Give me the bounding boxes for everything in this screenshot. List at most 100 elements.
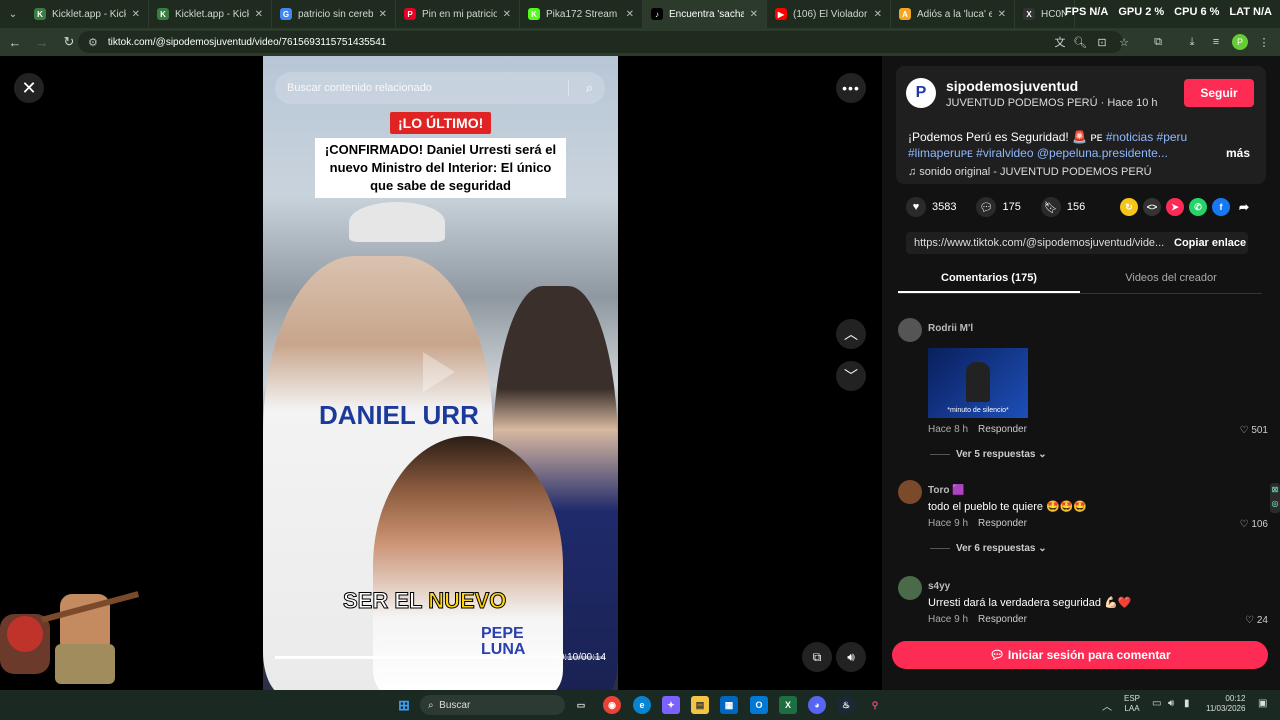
video-player[interactable]: Buscar contenido relacionado ⌕ ¡LO ÚLTIM… [263, 56, 618, 690]
reply-button[interactable]: Responder [978, 518, 1027, 529]
file-explorer-icon[interactable]: ▤ [691, 696, 709, 714]
excel-icon[interactable]: X [779, 696, 797, 714]
repost-icon[interactable]: ↻ [1120, 198, 1138, 216]
edge-icon[interactable]: e [633, 696, 651, 714]
input-language[interactable]: ESP LAA [1124, 694, 1140, 714]
tab-close-icon[interactable]: ✕ [132, 9, 140, 20]
comment-like[interactable]: ♡ 501 [1240, 425, 1268, 436]
follow-button[interactable]: Seguir [1184, 79, 1254, 107]
copilot-icon[interactable]: ✦ [662, 696, 680, 714]
download-icon[interactable]: ⤓ [1184, 34, 1200, 50]
tab-favicon-icon: A [899, 8, 911, 20]
bookmark-star-icon[interactable]: ☆ [1116, 34, 1132, 50]
play-icon[interactable] [423, 352, 455, 392]
see-more-link[interactable]: más [1226, 146, 1250, 160]
clock-date: 11/03/2026 [1206, 704, 1246, 713]
comment-username[interactable]: Rodrii M'l [928, 323, 973, 334]
browser-tab[interactable]: ♪ Encuentra 'sacha acu ✕ [643, 0, 767, 28]
steam-icon[interactable]: ♨ [837, 696, 855, 714]
chrome-icon[interactable]: ◉ [603, 696, 621, 714]
share-arrow-icon[interactable]: ➦ [1235, 198, 1253, 216]
more-options-icon[interactable]: ••• [836, 73, 866, 103]
clock[interactable]: 00:12 11/03/2026 [1206, 694, 1245, 714]
tab-close-icon[interactable]: ✕ [998, 9, 1006, 20]
tab-close-icon[interactable]: ✕ [379, 9, 387, 20]
menu-kebab-icon[interactable]: ⋮ [1256, 34, 1272, 50]
view-replies-button[interactable]: Ver 6 respuestas ⌄ [930, 543, 1047, 554]
comment-like-count: 106 [1251, 519, 1268, 530]
browser-tab[interactable]: P Pin en mi patricio ✕ [396, 0, 520, 28]
comment-username[interactable]: Toro 🟪 [928, 485, 965, 496]
outlook-icon[interactable]: O [750, 696, 768, 714]
tab-close-icon[interactable]: ✕ [503, 9, 511, 20]
browser-tab[interactable]: K Kicklet.app - Kick Cha ✕ [149, 0, 272, 28]
comment-avatar[interactable] [898, 318, 922, 342]
embed-icon[interactable]: <> [1143, 198, 1161, 216]
tab-search-dropdown[interactable]: ⌄ [0, 0, 26, 28]
extensions-icon[interactable]: ⧉ [1150, 34, 1166, 50]
notification-icon[interactable]: ▣ [1258, 698, 1267, 709]
author-avatar[interactable]: P [906, 78, 936, 108]
tab-close-icon[interactable]: ✕ [255, 9, 263, 20]
zoom-icon[interactable]: 🔍︎ [1072, 34, 1088, 50]
comment-avatar[interactable] [898, 576, 922, 600]
tray-overflow-icon[interactable]: ︿ [1102, 698, 1112, 713]
site-info-icon[interactable]: ⚙ [88, 36, 98, 49]
login-to-comment-button[interactable]: 💬︎ Iniciar sesión para comentar [892, 641, 1268, 669]
copy-link-button[interactable]: Copiar enlace [1174, 237, 1246, 249]
app-pin-icon[interactable]: ⚲ [866, 696, 884, 714]
comment-username[interactable]: s4yy [928, 581, 950, 592]
browser-tab[interactable]: A Adiós a la 'luca' en el ✕ [891, 0, 1015, 28]
reading-list-icon[interactable]: ≡ [1208, 34, 1224, 50]
comment-like[interactable]: ♡ 106 [1240, 519, 1268, 530]
comment-image[interactable]: *minuto de silencio* [928, 348, 1028, 418]
speaker-icon[interactable]: 🔊︎ [1168, 698, 1174, 709]
sound-link[interactable]: ♫ sonido original - JUVENTUD PODEMOS PER… [908, 166, 1152, 178]
send-icon[interactable]: ➤ [1166, 198, 1184, 216]
task-view-icon[interactable]: ▭ [572, 696, 590, 714]
browser-tab[interactable]: K Pika172 Stream - ✕ [520, 0, 643, 28]
tab-close-icon[interactable]: ✕ [750, 9, 758, 20]
previous-video-icon[interactable]: ︿ [836, 319, 866, 349]
windows-start-icon[interactable]: ⊞ [395, 696, 413, 714]
gpu-readout: GPU 2 % [1118, 6, 1165, 18]
author-name[interactable]: sipodemosjuventud [946, 78, 1078, 94]
address-bar[interactable]: ⚙ tiktok.com/@sipodemosjuventud/video/76… [78, 31, 1123, 53]
network-icon[interactable]: ▭ [1152, 698, 1161, 709]
reply-button[interactable]: Responder [978, 424, 1027, 435]
related-search-input[interactable]: Buscar contenido relacionado ⌕ [275, 72, 605, 104]
taskbar-search[interactable]: ⌕ Buscar [420, 695, 565, 715]
picture-in-picture-icon[interactable]: ⧉ [802, 642, 832, 672]
battery-icon[interactable]: ▮ [1184, 698, 1190, 709]
close-icon[interactable]: ✕ [14, 73, 44, 103]
streamer-cartoon-overlay [0, 591, 140, 684]
tab-close-icon[interactable]: ✕ [626, 9, 634, 20]
profile-avatar-icon[interactable]: P [1232, 34, 1248, 50]
next-video-icon[interactable]: ﹀ [836, 361, 866, 391]
browser-tab[interactable]: ▶ (106) El Violador Pite ✕ [767, 0, 891, 28]
tab-creator-videos[interactable]: Videos del creador [1080, 264, 1262, 293]
browser-tab[interactable]: K Kicklet.app - Kick Cha ✕ [26, 0, 149, 28]
search-icon[interactable]: ⌕ [586, 80, 593, 96]
tab-comments[interactable]: Comentarios (175) [898, 264, 1080, 293]
comment-like[interactable]: ♡ 24 [1245, 615, 1268, 626]
discord-icon[interactable]: ◕ [808, 696, 826, 714]
install-icon[interactable]: ⊡ [1094, 34, 1110, 50]
whatsapp-icon[interactable]: ✆ [1189, 198, 1207, 216]
bookmark-icon[interactable]: 🔖︎ [1040, 197, 1061, 217]
heart-icon[interactable]: ♥ [906, 197, 926, 217]
view-replies-button[interactable]: Ver 5 respuestas ⌄ [930, 449, 1047, 460]
comment-avatar[interactable] [898, 480, 922, 504]
translate-icon[interactable]: 文 [1052, 34, 1068, 50]
share-link-url[interactable]: https://www.tiktok.com/@sipodemosjuventu… [906, 237, 1164, 249]
browser-tab[interactable]: Gpatricio sin cerebro - ✕ [272, 0, 396, 28]
comment-icon[interactable]: 💬︎ [976, 197, 997, 217]
back-icon[interactable]: ← [3, 30, 27, 54]
floating-widget[interactable]: ⊠ ◎ [1270, 483, 1280, 513]
store-icon[interactable]: ▦ [720, 696, 738, 714]
facebook-icon[interactable]: f [1212, 198, 1230, 216]
tab-close-icon[interactable]: ✕ [874, 9, 882, 20]
volume-icon[interactable]: 🔊︎ [836, 642, 866, 672]
reply-button[interactable]: Responder [978, 614, 1027, 625]
forward-icon[interactable]: → [30, 30, 54, 54]
